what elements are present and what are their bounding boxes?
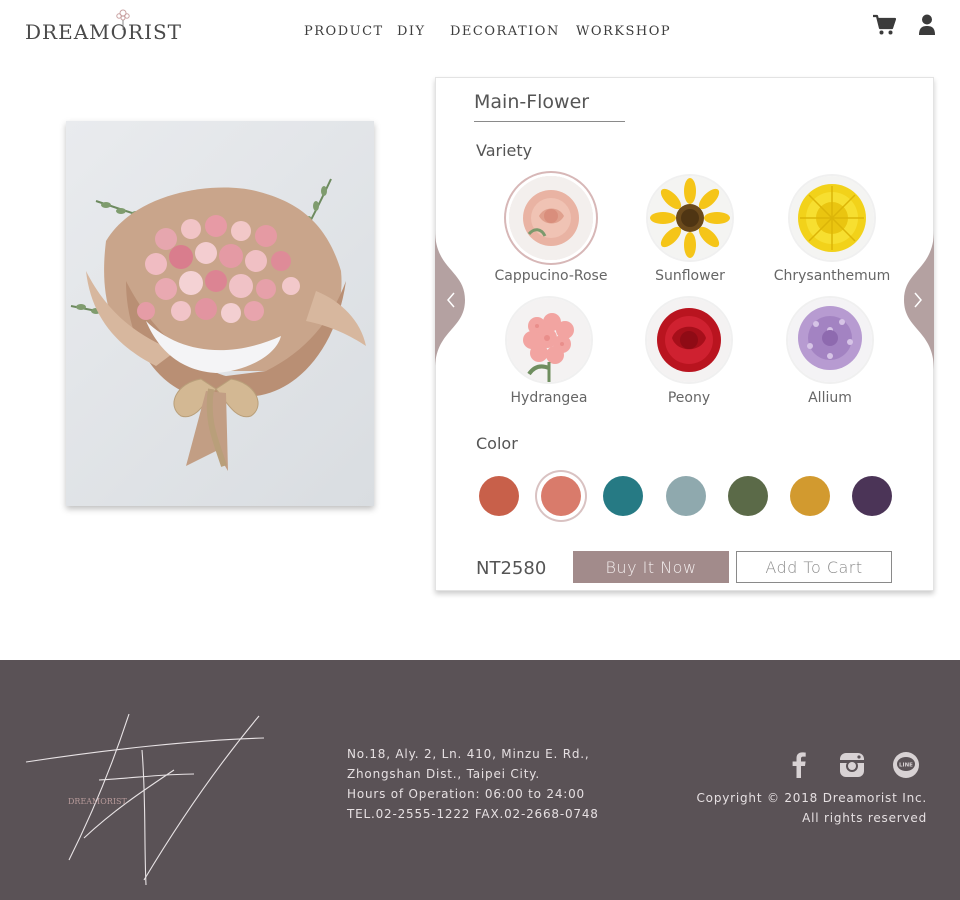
address-line: Zhongshan Dist., Taipei City. xyxy=(347,767,540,781)
buy-now-button[interactable]: Buy It Now xyxy=(573,551,729,583)
facebook-icon[interactable] xyxy=(784,750,814,780)
color-swatch[interactable] xyxy=(852,476,892,516)
product-options-panel: Main-Flower Variety Cappucino-Rose Sunfl… xyxy=(435,77,934,591)
variety-cappucino-rose[interactable]: Cappucino-Rose xyxy=(476,176,626,294)
nav-item-decoration[interactable]: DECORATION xyxy=(450,24,560,39)
instagram-icon[interactable] xyxy=(837,750,867,780)
footer-address: No.18, Aly. 2, Ln. 410, Minzu E. Rd., Zh… xyxy=(347,744,599,824)
site-header: DREAMORIST PRODUCT DIY DECORATION WORKSH… xyxy=(0,0,960,60)
variety-name: Peony xyxy=(667,390,711,406)
variety-name: Cappucino-Rose xyxy=(494,268,608,284)
nav-item-product[interactable]: PRODUCT xyxy=(304,24,384,39)
footer-logo-text: DREAMORIST xyxy=(68,797,127,806)
color-label: Color xyxy=(476,434,518,453)
nav-item-diy[interactable]: DIY xyxy=(397,24,426,39)
product-photo xyxy=(66,121,374,506)
site-footer: DREAMORIST No.18, Aly. 2, Ln. 410, Minzu… xyxy=(0,660,960,900)
footer-logo: DREAMORIST xyxy=(24,710,274,890)
nav-item-workshop[interactable]: WORKSHOP xyxy=(576,24,671,39)
variety-name: Sunflower xyxy=(655,268,725,284)
color-swatch[interactable] xyxy=(603,476,643,516)
color-swatch[interactable] xyxy=(479,476,519,516)
copyright-line: Copyright © 2018 Dreamorist Inc. xyxy=(696,791,927,805)
copyright: Copyright © 2018 Dreamorist Inc. All rig… xyxy=(697,788,928,828)
variety-label: Variety xyxy=(476,141,533,160)
product-price: NT2580 xyxy=(476,558,547,579)
variety-image xyxy=(648,176,732,260)
variety-hydrangea[interactable]: Hydrangea xyxy=(474,298,624,416)
variety-image xyxy=(647,298,731,382)
color-swatch[interactable] xyxy=(790,476,830,516)
color-swatch[interactable] xyxy=(728,476,768,516)
site-logo[interactable]: DREAMORIST xyxy=(25,8,181,44)
footer-logo-art: DREAMORIST xyxy=(25,713,265,886)
panel-title: Main-Flower xyxy=(474,91,590,113)
line-icon-label: LINE xyxy=(899,763,913,769)
carousel-prev-arrow[interactable] xyxy=(435,230,467,370)
variety-image xyxy=(790,176,874,260)
address-line: No.18, Aly. 2, Ln. 410, Minzu E. Rd., xyxy=(347,747,590,761)
phone-line: TEL.02-2555-1222 FAX.02-2668-0748 xyxy=(347,807,599,821)
variety-name: Allium xyxy=(808,390,852,406)
title-underline xyxy=(474,121,625,122)
rights-line: All rights reserved xyxy=(802,811,927,825)
user-icon[interactable] xyxy=(918,14,936,36)
variety-peony[interactable]: Peony xyxy=(614,298,764,416)
logo-text: DREAMORIST xyxy=(25,20,183,44)
variety-image xyxy=(509,176,593,260)
variety-sunflower[interactable]: Sunflower xyxy=(615,176,765,294)
cart-icon[interactable] xyxy=(872,14,896,36)
hours-line: Hours of Operation: 06:00 to 24:00 xyxy=(347,787,585,801)
variety-chrysanthemum[interactable]: Chrysanthemum xyxy=(757,176,907,294)
variety-name: Chrysanthemum xyxy=(773,268,891,284)
color-swatch[interactable] xyxy=(666,476,706,516)
variety-image xyxy=(507,298,591,382)
variety-name: Hydrangea xyxy=(510,390,588,406)
color-swatch[interactable] xyxy=(541,476,581,516)
logo-flower-icon xyxy=(116,9,130,30)
add-to-cart-button[interactable]: Add To Cart xyxy=(736,551,892,583)
variety-allium[interactable]: Allium xyxy=(755,298,905,416)
bouquet-illustration xyxy=(70,178,366,471)
variety-image xyxy=(788,298,872,382)
line-icon[interactable]: LINE xyxy=(891,750,921,780)
